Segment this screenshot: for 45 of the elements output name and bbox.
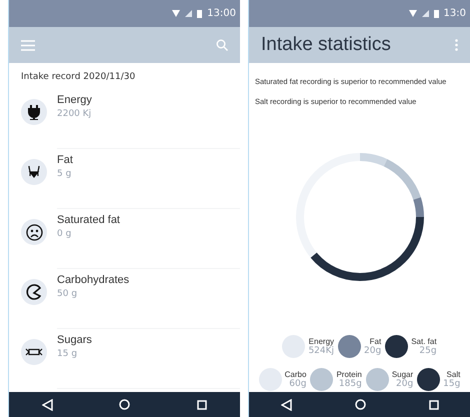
status-time: 13:00: [207, 8, 236, 19]
recents-icon[interactable]: [196, 400, 207, 410]
legend-name: Sat. fat: [411, 337, 437, 346]
legend-name: Salt: [446, 370, 460, 379]
legend-amount: 60g: [289, 379, 306, 389]
legend-amount: 15g: [443, 379, 460, 389]
pacman-icon: [26, 284, 42, 300]
back-icon[interactable]: [42, 398, 54, 410]
battery-icon: [434, 9, 439, 18]
legend-name: Sugar: [392, 370, 414, 379]
nutrient-amount: 0 g: [57, 229, 72, 239]
legend-amount: 20g: [364, 346, 382, 356]
battery-icon: [197, 9, 202, 18]
signal-icon: [422, 10, 429, 17]
back-icon[interactable]: [280, 398, 292, 410]
plug-icon: [26, 104, 42, 120]
nutrient-name: Carbohydrates: [57, 274, 130, 286]
nutrient-name: Sugars: [57, 334, 93, 346]
torso-icon: [26, 164, 42, 180]
nutrient-amount: 15 g: [57, 349, 78, 359]
home-icon[interactable]: [354, 399, 366, 410]
wifi-icon: [172, 10, 180, 17]
legend-name: Energy: [308, 337, 334, 346]
legend-name: Fat: [370, 337, 382, 346]
nutrient-name: Energy: [57, 94, 93, 106]
wifi-icon: [408, 10, 417, 17]
nutrient-amount: 50 g: [57, 289, 78, 299]
nutrient-name: Saturated fat: [57, 214, 121, 226]
legend-amount: 25g: [419, 346, 437, 356]
nutrient-name: Fat: [57, 154, 74, 166]
legend-name: Protein: [336, 370, 362, 379]
legend-name: Carbo: [284, 370, 306, 379]
recents-icon[interactable]: [428, 400, 438, 410]
nutrient-amount: 2200 Kj: [57, 109, 92, 119]
legend-amount: 524Kj: [308, 346, 334, 356]
status-time: 13:0: [444, 8, 466, 19]
legend-amount: 185g: [338, 379, 362, 389]
home-icon[interactable]: [119, 399, 130, 410]
nutrient-amount: 5 g: [57, 169, 72, 179]
screen-title: Intake statistics: [261, 34, 391, 56]
signal-icon: [185, 10, 192, 17]
record-title: Intake record 2020/11/30: [20, 71, 136, 84]
sad-face-icon: [26, 224, 42, 240]
legend-amount: 20g: [396, 379, 414, 389]
candy-icon: [25, 348, 43, 356]
